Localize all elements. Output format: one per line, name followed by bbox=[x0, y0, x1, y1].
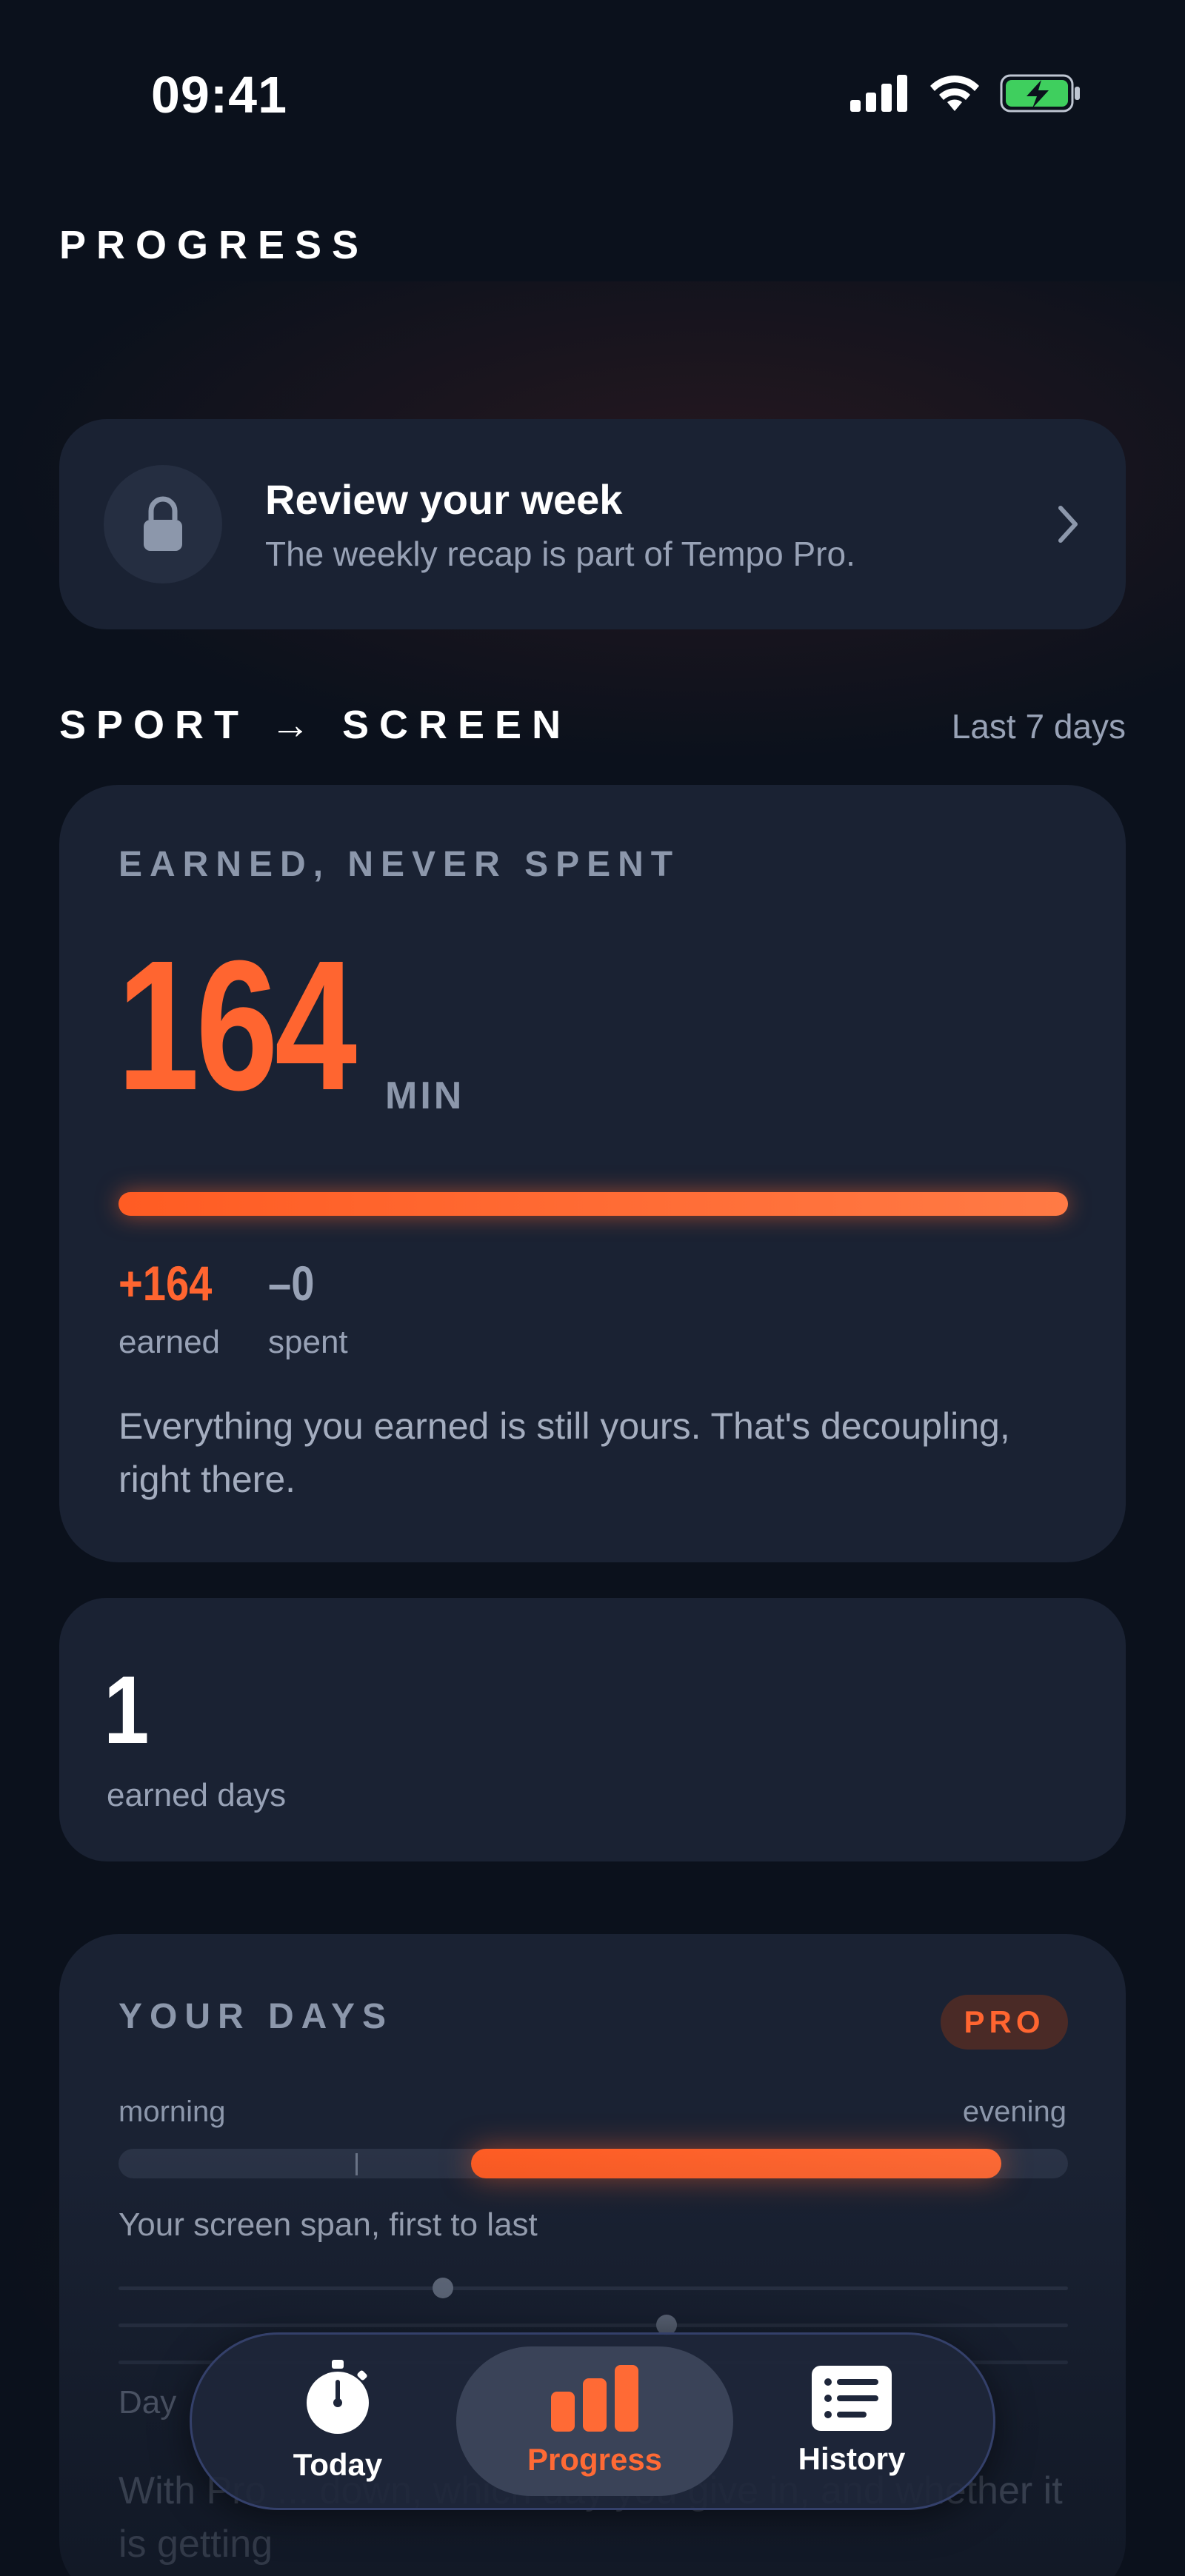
earned-days-value: 1 bbox=[104, 1656, 150, 1764]
status-time: 09:41 bbox=[151, 66, 288, 124]
day-dot bbox=[433, 2278, 453, 2298]
lock-badge bbox=[104, 465, 222, 583]
chevron-right-icon bbox=[1058, 506, 1078, 543]
section-range: Last 7 days bbox=[951, 707, 1126, 746]
tab-bar: Today Progress History bbox=[190, 2332, 995, 2510]
earned-total: 164 bbox=[117, 922, 357, 1128]
tab-history-label: History bbox=[798, 2441, 906, 2476]
stat-earned: +164 earned bbox=[118, 1259, 229, 1361]
screen-span-track bbox=[118, 2149, 1068, 2178]
wifi-icon bbox=[930, 76, 979, 111]
evening-label: evening bbox=[962, 2095, 1066, 2128]
tab-today[interactable]: Today bbox=[199, 2346, 476, 2496]
tab-progress-label: Progress bbox=[527, 2442, 663, 2477]
stopwatch-icon bbox=[307, 2360, 369, 2434]
day-label: Day bbox=[118, 2384, 177, 2421]
lock-icon bbox=[144, 496, 182, 551]
span-tick bbox=[356, 2153, 358, 2175]
stat-spent-label: spent bbox=[268, 1324, 348, 1360]
earned-card: EARNED, NEVER SPENT 164 MIN +164 earned … bbox=[59, 785, 1126, 1562]
earned-unit: MIN bbox=[385, 1074, 465, 1117]
review-week-card[interactable]: Review your week The weekly recap is par… bbox=[59, 419, 1126, 629]
signal-icon bbox=[850, 75, 907, 112]
review-title: Review your week bbox=[265, 475, 623, 523]
pro-badge: PRO bbox=[941, 1995, 1068, 2050]
stat-earned-value: +164 bbox=[118, 1256, 213, 1311]
earned-progress-fill bbox=[118, 1192, 1068, 1216]
stat-spent-value: –0 bbox=[268, 1256, 315, 1311]
screen-span-fill bbox=[471, 2149, 1001, 2178]
tab-today-label: Today bbox=[293, 2447, 383, 2482]
bar-chart-icon bbox=[551, 2365, 638, 2432]
battery-charging-icon bbox=[1000, 74, 1080, 113]
day-line bbox=[118, 2286, 1068, 2290]
span-caption: Your screen span, first to last bbox=[118, 2207, 538, 2243]
earned-progress-track bbox=[118, 1192, 1068, 1216]
page-title: PROGRESS bbox=[59, 223, 370, 267]
earned-message: Everything you earned is still yours. Th… bbox=[118, 1405, 1010, 1500]
day-line bbox=[118, 2324, 1068, 2327]
stat-spent: –0 spent bbox=[268, 1259, 348, 1361]
list-icon bbox=[812, 2366, 892, 2431]
earned-card-label: EARNED, NEVER SPENT bbox=[118, 845, 681, 884]
status-icons bbox=[850, 74, 1081, 113]
section-label-sport-screen: SPORT → SCREEN bbox=[59, 703, 572, 747]
tab-progress[interactable]: Progress bbox=[456, 2346, 733, 2496]
earned-days-card: 1 earned days bbox=[59, 1598, 1126, 1861]
earned-days-label: earned days bbox=[107, 1777, 287, 1813]
morning-label: morning bbox=[118, 2095, 226, 2128]
tab-history[interactable]: History bbox=[713, 2346, 990, 2496]
review-subtitle: The weekly recap is part of Tempo Pro. bbox=[265, 534, 855, 573]
stat-earned-label: earned bbox=[118, 1324, 221, 1360]
your-days-title: YOUR DAYS bbox=[118, 1997, 393, 2036]
